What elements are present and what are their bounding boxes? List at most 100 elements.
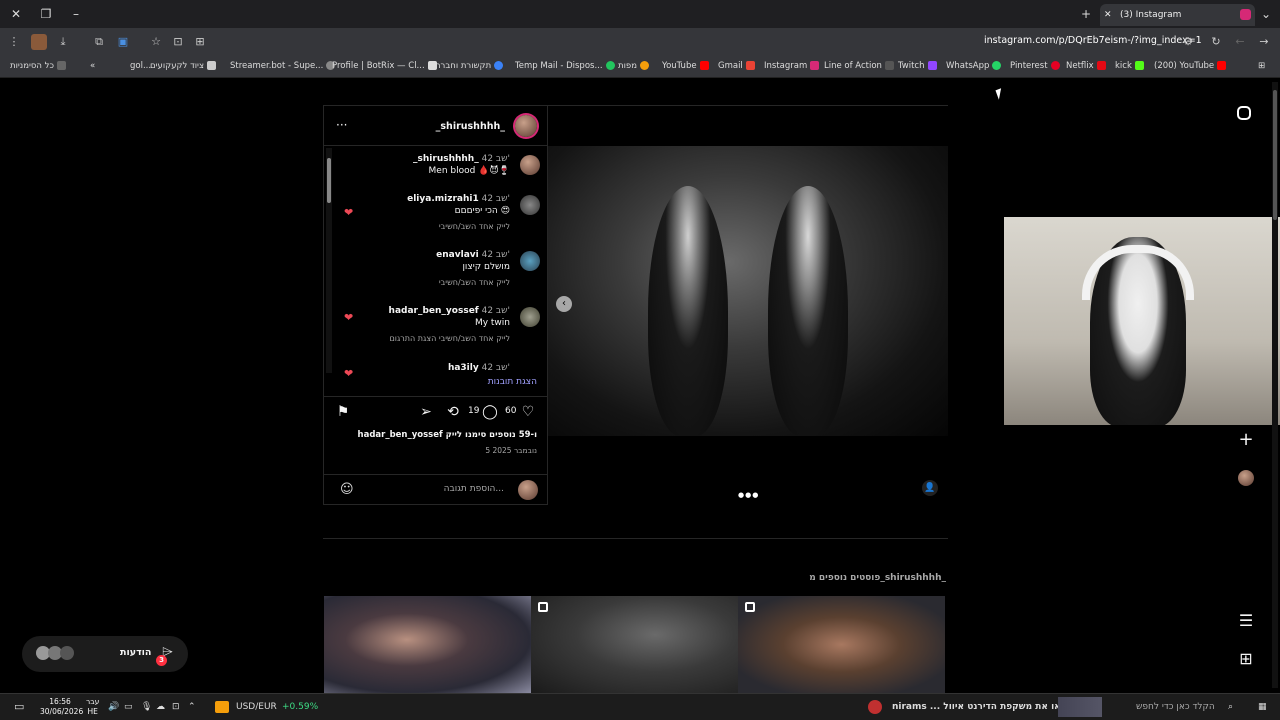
bookmark-item[interactable]: YouTube <box>662 61 709 71</box>
commenter-avatar[interactable] <box>520 195 540 215</box>
more-post-thumbnail[interactable] <box>324 596 531 693</box>
grid-apps-icon[interactable]: ⊞ <box>1258 61 1265 71</box>
new-tab-icon[interactable]: + <box>1078 6 1094 22</box>
bookmark-item[interactable]: Profile | BotRix — Cl... <box>332 61 437 71</box>
tab-list-icon[interactable]: ⌄ <box>1258 6 1274 22</box>
bookmark-item[interactable]: Line of Action <box>824 61 894 71</box>
windows-start-icon[interactable]: ▦ <box>1258 702 1267 712</box>
comment-username[interactable]: hadar_ben_yossef <box>389 306 479 316</box>
comment-username[interactable]: eliya.mizrahi1 <box>407 194 479 204</box>
window-title-bar: ✕ ❐ – + ✕ (3) Instagram ⌄ <box>0 0 1280 28</box>
microphone-icon[interactable]: 🎙 <box>141 702 152 712</box>
clock[interactable]: 16:56 30/06/2026 <box>40 697 83 717</box>
bookmark-item[interactable]: (200) YouTube <box>1154 61 1227 71</box>
bookmark-item[interactable]: Instagram <box>764 61 820 71</box>
comment-meta[interactable]: לייק אחד השב/חשיבי הצגת התרגום <box>338 333 538 345</box>
search-icon[interactable]: ⌕ <box>1228 702 1233 712</box>
share-icon[interactable]: ⊞ <box>192 34 208 50</box>
share-send-icon[interactable]: ➢ <box>417 403 435 421</box>
messages-pill[interactable]: הודעות ⌲ 3 <box>22 636 188 672</box>
comment-meta[interactable]: לייק אחד השב/חשיבי <box>338 221 538 233</box>
liked-by-text[interactable]: hadar_ben_yossef ו-59 נוספים סימנו לייק <box>358 430 537 440</box>
author-avatar[interactable] <box>515 115 537 137</box>
bookmark-item[interactable]: Pinterest <box>1010 61 1060 71</box>
menu-dots-icon[interactable]: ⋮ <box>6 34 22 50</box>
profile-nav-avatar[interactable] <box>1238 470 1254 486</box>
taskbar-search-input[interactable]: הקלד כאן כדי לחפש <box>1136 702 1215 712</box>
restore-window-icon[interactable]: ❐ <box>38 6 54 22</box>
forward-icon[interactable]: ← <box>1232 34 1248 50</box>
commenter-avatar[interactable] <box>520 251 540 271</box>
save-bookmark-icon[interactable]: ⚑ <box>334 403 352 421</box>
comment-username[interactable]: _shirushhhh_ <box>413 154 479 164</box>
volume-icon[interactable]: 🔊 <box>108 702 119 712</box>
comment-meta[interactable]: לייק אחד השב/חשיבי <box>338 277 538 289</box>
bookmark-all[interactable]: כל הסימניות <box>10 61 66 71</box>
more-post-thumbnail[interactable] <box>738 596 945 693</box>
profile-avatar-icon[interactable] <box>31 34 47 50</box>
show-hidden-icons[interactable]: ⌃ <box>188 702 196 712</box>
tagged-user-icon[interactable]: 👤 <box>922 480 938 496</box>
page-scrollbar[interactable] <box>1272 82 1278 688</box>
comment-icon[interactable]: ◯ <box>481 403 499 421</box>
close-tab-icon[interactable]: ✕ <box>1104 4 1112 26</box>
commenter-avatar[interactable] <box>520 307 540 327</box>
bookmark-item[interactable]: WhatsApp <box>946 61 1002 71</box>
extensions-icon[interactable]: ⧉ <box>91 34 107 50</box>
bookmark-item[interactable]: Netflix <box>1066 61 1106 71</box>
close-window-icon[interactable]: ✕ <box>8 6 24 22</box>
more-post-thumbnail[interactable] <box>531 596 738 693</box>
liked-heart-icon[interactable]: ❤ <box>344 207 354 218</box>
bookmark-item[interactable]: תקשורת וחברה <box>435 61 504 71</box>
comments-count: 19 <box>468 406 480 416</box>
bookmark-star-icon[interactable]: ☆ <box>148 34 164 50</box>
previous-image-icon[interactable]: ‹ <box>556 296 572 312</box>
stocks-icon <box>215 701 229 713</box>
install-app-icon[interactable]: ⊡ <box>170 34 186 50</box>
minimize-window-icon[interactable]: – <box>68 6 84 22</box>
post-date: 5 נובמבר 2025 <box>485 446 537 455</box>
page-scroll-thumb[interactable] <box>1273 90 1277 220</box>
site-settings-icon[interactable]: ⚙ <box>1180 34 1196 50</box>
bookmark-item[interactable]: Temp Mail - Dispos... <box>515 61 615 71</box>
ticker-change: +0.59% <box>282 702 319 712</box>
network-icon[interactable]: ▭ <box>124 702 133 712</box>
more-options-icon[interactable]: ··· <box>336 118 347 132</box>
cloud-icon[interactable]: ☁ <box>156 702 165 712</box>
show-insights-link[interactable]: הצגת תובנות <box>488 377 537 387</box>
meta-apps-icon[interactable]: ⊞ <box>1237 650 1255 668</box>
reload-icon[interactable]: ↻ <box>1208 34 1224 50</box>
comment-item: _shirushhhh_ 42 שב' Men blood 🩸😈🍷 <box>338 153 540 177</box>
like-heart-icon[interactable]: ♡ <box>519 403 537 421</box>
translate-icon[interactable]: ▣ <box>115 34 131 50</box>
bookmark-item[interactable]: kick <box>1115 61 1144 71</box>
bookmarks-overflow-icon[interactable]: « <box>90 61 95 71</box>
url-field[interactable]: instagram.com/p/DQrEb7eism-/?img_index=1 <box>984 35 1202 46</box>
ticker-name[interactable]: USD/EUR <box>236 702 277 712</box>
instagram-logo-icon[interactable] <box>1237 106 1251 120</box>
language-indicator[interactable]: עבר HE <box>86 697 99 717</box>
create-plus-icon[interactable]: + <box>1237 431 1255 449</box>
add-comment-input[interactable]: הוספת תגובה... <box>444 484 504 494</box>
commenter-avatar[interactable] <box>520 155 540 175</box>
bookmark-item[interactable]: ציוד לקעקועים <box>150 61 216 71</box>
youtube-icon <box>1217 61 1227 70</box>
notifications-icon[interactable]: ▭ <box>14 700 24 713</box>
author-username[interactable]: _shirushhhh_ <box>436 121 505 132</box>
tab-instagram[interactable]: ✕ (3) Instagram <box>1100 4 1255 26</box>
taskbar-app-icon[interactable] <box>868 700 882 714</box>
emoji-icon[interactable]: ☺ <box>340 482 354 497</box>
bookmark-item[interactable]: Streamer.bot - Supe... <box>230 61 336 71</box>
bookmark-item[interactable]: Gmail <box>718 61 755 71</box>
back-icon[interactable]: → <box>1256 34 1272 50</box>
comment-username[interactable]: enavlavi <box>436 250 479 260</box>
bookmark-item[interactable]: Twitch <box>898 61 937 71</box>
news-ticker[interactable]: nirams ... יאו את משקפת הדירנט איוול <box>892 702 1063 712</box>
bookmark-item[interactable]: מפות <box>618 61 649 71</box>
repost-icon[interactable]: ⟲ <box>444 403 462 421</box>
comment-username[interactable]: ha3ily <box>448 363 479 373</box>
tray-icon[interactable]: ⊡ <box>172 702 180 712</box>
download-icon[interactable]: ⤓ <box>55 34 71 50</box>
hamburger-menu-icon[interactable]: ☰ <box>1237 612 1255 630</box>
bookmark-item[interactable]: gol... <box>130 61 151 71</box>
